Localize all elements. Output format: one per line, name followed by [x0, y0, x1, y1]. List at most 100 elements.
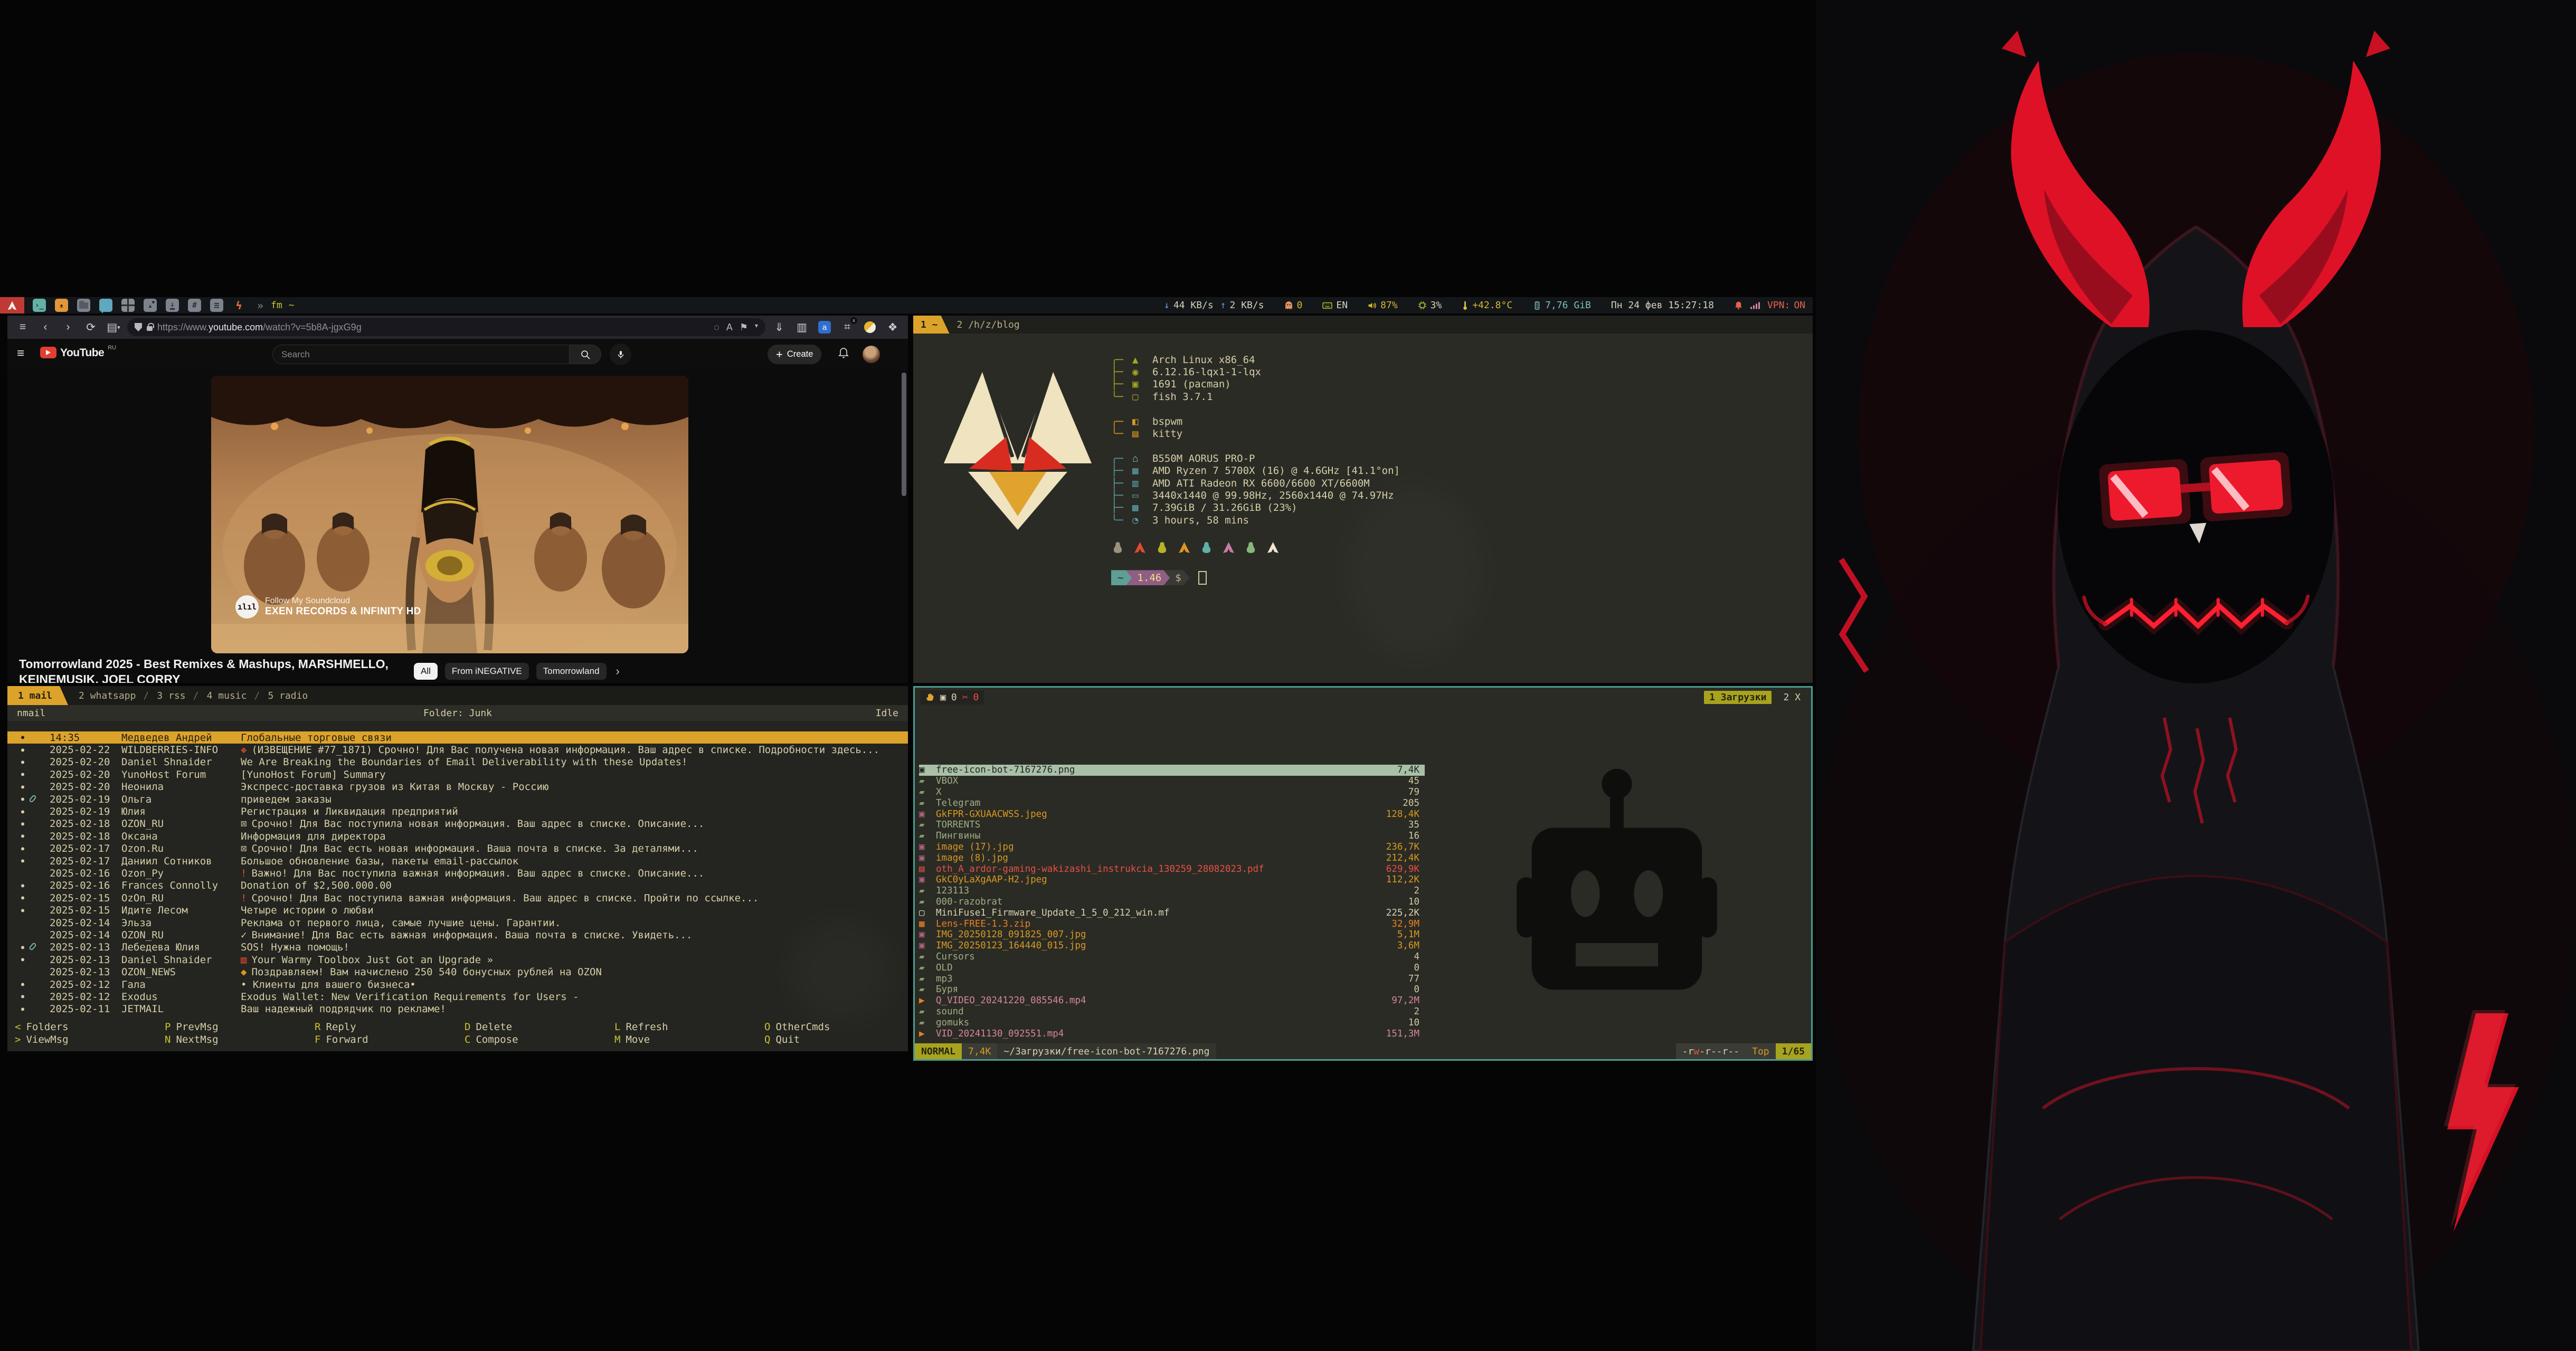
shortcut-quit[interactable]: QQuit [764, 1034, 908, 1045]
shortcut-move[interactable]: MMove [614, 1034, 764, 1045]
filter-chip-2[interactable]: Tomorrowland [536, 663, 607, 680]
file-row[interactable]: ▰mp377 [919, 973, 1425, 984]
volume-module[interactable]: 87% [1368, 300, 1398, 311]
extensions-icon[interactable]: ❖ [884, 318, 902, 336]
file-row[interactable]: ▶VID_20241130_092551.mp4151,3M [919, 1028, 1425, 1039]
translate-app-icon[interactable]: a [816, 318, 834, 336]
shortcut-viewmsg[interactable]: >ViewMsg [15, 1034, 165, 1045]
rss-icon[interactable]: ◌ [714, 322, 719, 333]
file-row[interactable]: ▰1231132 [919, 886, 1425, 897]
file-row[interactable]: ▣image (8).jpg212,4K [919, 852, 1425, 863]
mail-row[interactable]: ●2025-02-11JETMAILВаш надежный подрядчик… [7, 1003, 908, 1015]
workspace-media[interactable] [144, 299, 157, 312]
launcher-arch-logo[interactable] [0, 297, 24, 313]
mail-tab-3[interactable]: 4 music [196, 686, 258, 705]
workspace-browser[interactable] [55, 299, 68, 312]
bookmark-dropdown-icon[interactable]: ▾ [755, 322, 758, 333]
mic-button[interactable] [610, 344, 631, 365]
browser-scrollbar[interactable] [902, 373, 906, 496]
file-row[interactable]: ▣GkC0yLaXgAAP-H2.jpeg112,2K [919, 874, 1425, 886]
shortcut-delete[interactable]: DDelete [465, 1021, 614, 1033]
files-tab-0[interactable]: 1 Загрузки [1704, 691, 1772, 704]
mail-row[interactable]: ●2025-02-17Ozon.Ru⊠Срочно! Для Вас есть … [7, 843, 908, 855]
mail-tab-2[interactable]: 3 rss [146, 686, 196, 705]
files-tab-1[interactable]: 2 X [1778, 691, 1806, 704]
keyboard-layout-module[interactable]: EN [1322, 300, 1348, 311]
shell-prompt[interactable]: ~1.46$ [1111, 569, 1400, 587]
mail-row[interactable]: ●2025-02-15Идите ЛесомЧетыре истории о л… [7, 904, 908, 916]
shortcut-compose[interactable]: CCompose [465, 1034, 614, 1045]
mail-row[interactable]: ●2025-02-19ЮлияРегистрация и Ликвидация … [7, 805, 908, 817]
mail-row[interactable]: ●14:35Медведев АндрейГлобальные торговые… [7, 731, 908, 744]
filter-chip-1[interactable]: From iNEGATIVE [445, 663, 529, 680]
mail-row[interactable]: ●2025-02-18OZON_RU⊠Срочно! Для Вас посту… [7, 818, 908, 830]
mail-tab-1[interactable]: 2 whatsapp [68, 686, 146, 705]
mail-row[interactable]: ●2025-02-20Daniel ShnaiderWe Are Breakin… [7, 756, 908, 768]
workspace-monitor[interactable] [232, 299, 245, 312]
search-button[interactable] [570, 345, 601, 364]
file-row[interactable]: ▶Q_VIDEO_20241220_085546.mp497,2M [919, 995, 1425, 1006]
yt-logo[interactable]: YouTube RU [40, 347, 116, 359]
shortcut-folders[interactable]: <Folders [15, 1021, 165, 1033]
terminal-tab-0[interactable]: 1 ~ [913, 316, 950, 334]
back-icon[interactable]: ‹ [36, 318, 54, 336]
sidebar-icon[interactable]: ▥ [793, 318, 811, 336]
mail-row[interactable]: 2025-02-16Ozon_Py!Важно! Для Вас поступи… [7, 867, 908, 879]
file-row[interactable]: ▰X79 [919, 787, 1425, 798]
file-row[interactable]: ▣IMG_20250128_091825_007.jpg5,1M [919, 929, 1425, 940]
file-row[interactable]: ▢MiniFuse1_Firmware_Update_1_5_0_212_win… [919, 907, 1425, 918]
container-icon[interactable] [861, 318, 879, 336]
file-row[interactable]: ▰gomuks10 [919, 1017, 1425, 1028]
file-row[interactable]: ▰Пингвины16 [919, 831, 1425, 842]
chips-more-icon[interactable]: › [616, 664, 620, 678]
video-player[interactable]: ılıl Follow My Soundcloud EXEN RECORDS &… [211, 376, 688, 653]
mail-row[interactable]: ●2025-02-19Ольгаприведем заказы [7, 793, 908, 805]
shortcut-refresh[interactable]: LRefresh [614, 1021, 764, 1033]
reader-view-icon[interactable]: ▤▾ [105, 318, 122, 336]
mail-row[interactable]: ●2025-02-18ОксанаИнформация для директор… [7, 830, 908, 842]
workspace-downloads[interactable] [166, 299, 179, 312]
workspace-terminal[interactable] [33, 299, 46, 312]
mail-tab-4[interactable]: 5 radio [257, 686, 318, 705]
shortcut-othercmds[interactable]: OOtherCmds [764, 1021, 908, 1033]
mail-tab-0[interactable]: 1 mail [7, 686, 68, 705]
workspace-files[interactable] [77, 299, 90, 312]
file-row[interactable]: ▰VBOX45 [919, 776, 1425, 787]
downloads-icon[interactable]: ⇓ [770, 318, 788, 336]
url-text[interactable]: https://www.youtube.com/watch?v=5b8A-jgx… [157, 322, 362, 333]
mail-row[interactable]: ●2025-02-13Лебедева ЮлияSOS! Нужна помощ… [7, 941, 908, 954]
reload-icon[interactable]: ⟳ [82, 318, 100, 336]
mail-row[interactable]: 2025-02-14OZON_RU✓Внимание! Для Вас есть… [7, 929, 908, 941]
mail-row[interactable]: ●2025-02-22WILDBERRIES-INFO❖(ИЗВЕЩЕНИЕ #… [7, 744, 908, 756]
screenshot-icon[interactable]: ⌗ [838, 318, 856, 336]
shortcut-forward[interactable]: FForward [315, 1034, 465, 1045]
file-row[interactable]: ▰TORRENTS35 [919, 820, 1425, 831]
file-row[interactable]: ▣IMG_20250123_164440_015.jpg3,6M [919, 940, 1425, 952]
url-bar[interactable]: https://www.youtube.com/watch?v=5b8A-jgx… [127, 318, 765, 336]
menu-icon[interactable]: ≡ [14, 318, 32, 336]
yt-bell-button[interactable] [837, 347, 850, 362]
bookmark-icon[interactable]: ⚑ [740, 322, 748, 333]
file-row[interactable]: ▰Telegram205 [919, 797, 1425, 808]
mail-row[interactable]: ●2025-02-15OzOn_RU!Срочно! Для Вас посту… [7, 892, 908, 904]
shortcut-nextmsg[interactable]: NNextMsg [165, 1034, 315, 1045]
terminal-tab-1[interactable]: 2 /h/z/blog [950, 316, 1031, 334]
file-row[interactable]: ▰sound2 [919, 1006, 1425, 1017]
mail-row[interactable]: ●2025-02-12ExodusExodus Wallet: New Veri… [7, 991, 908, 1003]
file-row[interactable]: ▣GkFPR-GXUAACWSS.jpeg128,4K [919, 808, 1425, 820]
file-row[interactable]: ▣image (17).jpg236,7K [919, 842, 1425, 853]
workspace-list[interactable] [210, 299, 223, 312]
mail-row[interactable]: ●2025-02-20YunoHost Forum[YunoHost Forum… [7, 768, 908, 781]
avatar[interactable] [863, 346, 880, 363]
mail-row[interactable]: 2025-02-14ЭльзаРеклама от первого лица, … [7, 917, 908, 929]
file-row[interactable]: ▦Lens-FREE-1.3.zip32,9M [919, 918, 1425, 929]
mail-row[interactable]: ●2025-02-12Гала• Клиенты для вашего бизн… [7, 978, 908, 991]
file-row[interactable]: ▰Буря0 [919, 984, 1425, 995]
search-input[interactable]: Search [272, 345, 570, 364]
yt-hamburger-icon[interactable]: ≡ [17, 346, 24, 361]
workspace-windows[interactable] [121, 299, 135, 312]
workspace-chat[interactable] [99, 299, 112, 312]
forward-icon[interactable]: › [59, 318, 77, 336]
translate-icon[interactable]: A [726, 322, 733, 333]
mail-row[interactable]: 2025-02-13OZON_NEWS◆Поздравляем! Вам нач… [7, 966, 908, 978]
